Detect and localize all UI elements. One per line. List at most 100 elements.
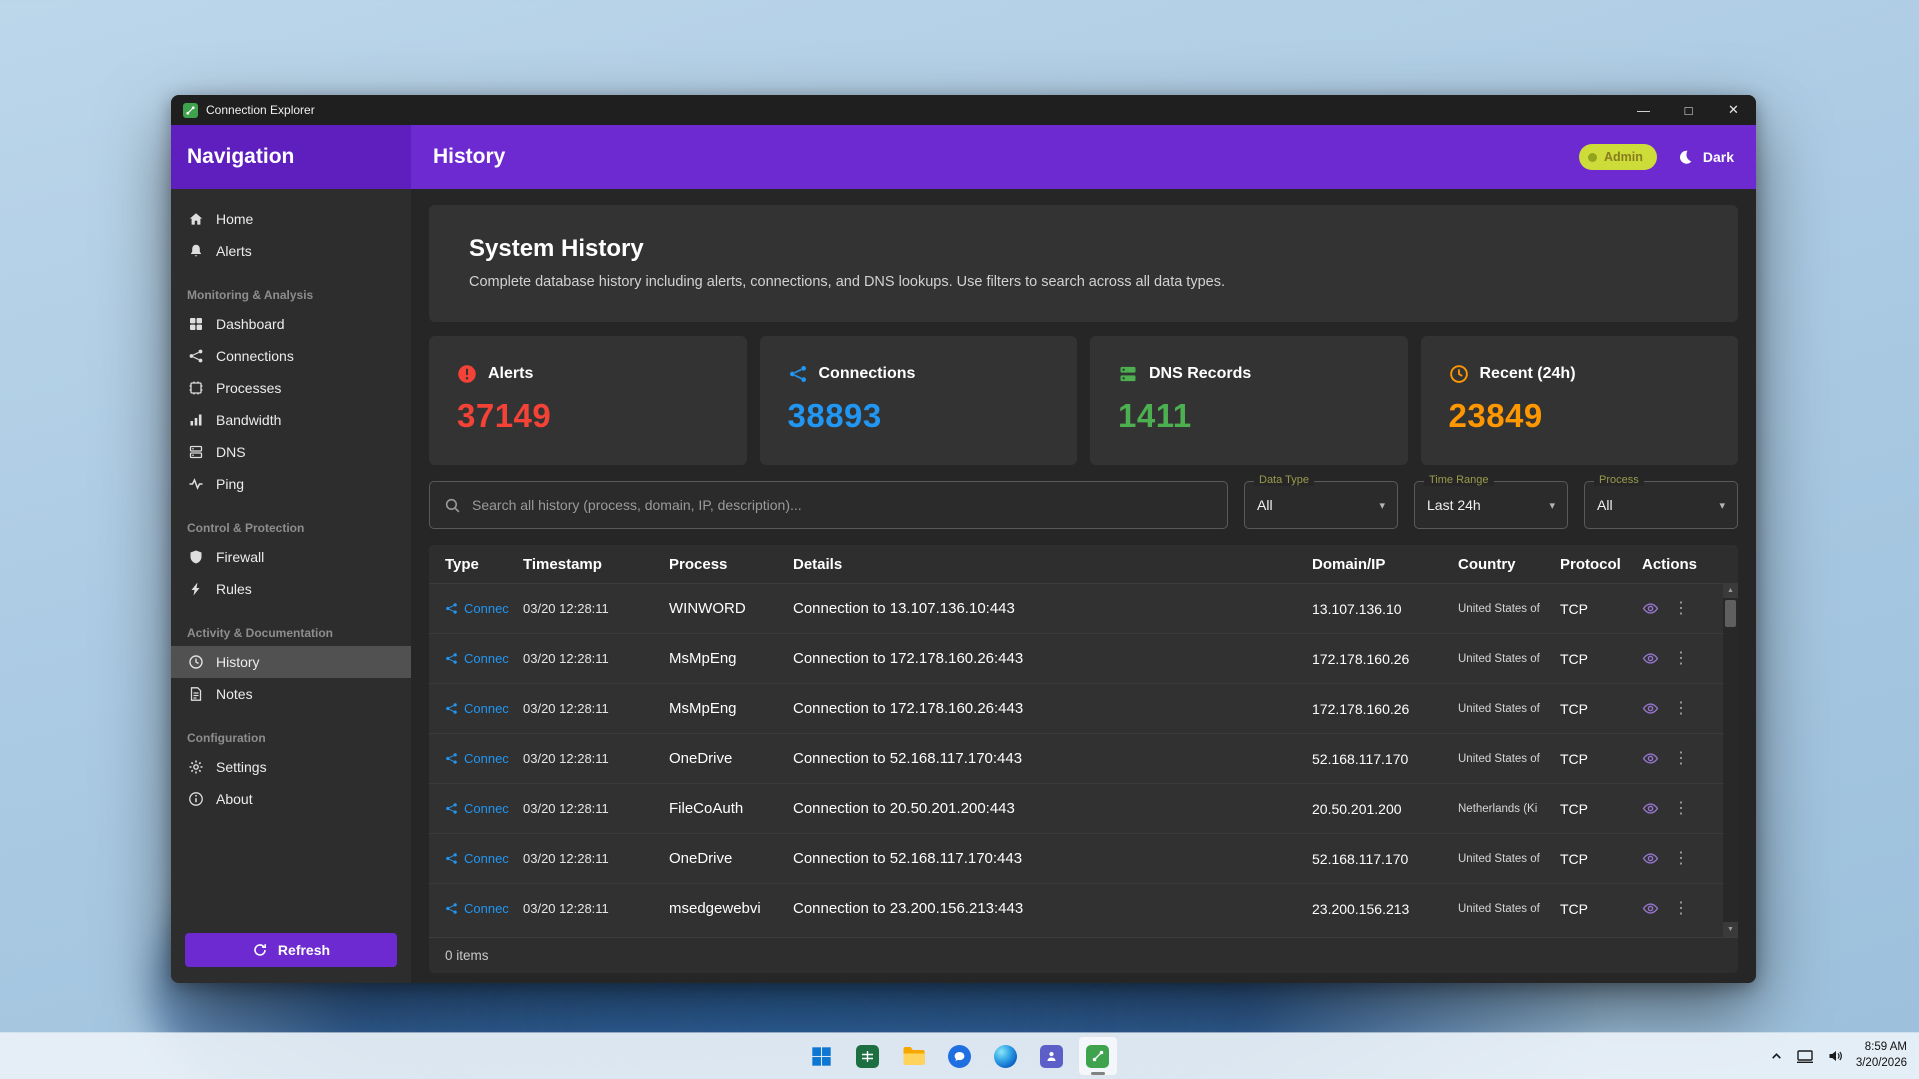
chat-icon bbox=[948, 1044, 971, 1068]
protocol-cell: TCP bbox=[1560, 800, 1588, 817]
view-details-button[interactable] bbox=[1642, 800, 1659, 817]
connection-type-icon bbox=[446, 653, 457, 664]
type-badge: Connec bbox=[445, 651, 523, 666]
details-cell: Connection to 52.168.117.170:443 bbox=[793, 850, 1023, 867]
process-cell: WINWORD bbox=[669, 600, 746, 617]
view-details-button[interactable] bbox=[1642, 700, 1659, 717]
start-button[interactable] bbox=[802, 1036, 842, 1076]
sidebar-item-dns[interactable]: DNS bbox=[171, 436, 411, 468]
table-row[interactable]: Connec 03/20 12:28:11 MsMpEng Connection… bbox=[429, 633, 1738, 683]
taskbar-edge-button[interactable] bbox=[986, 1036, 1026, 1076]
row-menu-button[interactable]: ⋮ bbox=[1673, 800, 1689, 817]
actions-cell: ⋮ bbox=[1642, 650, 1714, 667]
search-box bbox=[429, 481, 1228, 529]
view-details-button[interactable] bbox=[1642, 750, 1659, 767]
sidebar-item-home[interactable]: Home bbox=[171, 203, 411, 235]
stat-value: 23849 bbox=[1448, 397, 1543, 434]
server-icon bbox=[187, 444, 204, 461]
timestamp-cell: 03/20 12:28:11 bbox=[523, 801, 609, 816]
close-button[interactable]: ✕ bbox=[1711, 95, 1756, 125]
process-dropdown[interactable]: Process All ▾ bbox=[1584, 474, 1738, 529]
actions-cell: ⋮ bbox=[1642, 850, 1714, 867]
page-title: History bbox=[433, 145, 506, 168]
taskbar-file-explorer-button[interactable] bbox=[894, 1036, 934, 1076]
filter-bar: Data Type All ▾ Time Range Last 24h ▾ Pr… bbox=[429, 474, 1738, 529]
view-details-button[interactable] bbox=[1642, 850, 1659, 867]
table-row[interactable]: Connec 03/20 12:28:11 OneDrive Connectio… bbox=[429, 833, 1738, 883]
search-input[interactable] bbox=[472, 497, 1213, 513]
clock-icon bbox=[1449, 364, 1469, 384]
document-icon bbox=[187, 686, 204, 703]
home-icon bbox=[187, 211, 204, 228]
domain-cell: 13.107.136.10 bbox=[1312, 600, 1402, 617]
row-menu-button[interactable]: ⋮ bbox=[1673, 850, 1689, 867]
time-range-dropdown[interactable]: Time Range Last 24h ▾ bbox=[1414, 474, 1568, 529]
view-details-button[interactable] bbox=[1642, 600, 1659, 617]
stat-label: DNS Records bbox=[1149, 365, 1252, 382]
sidebar-item-processes[interactable]: Processes bbox=[171, 372, 411, 404]
taskbar-connection-explorer-button[interactable] bbox=[1077, 1036, 1118, 1076]
protocol-cell: TCP bbox=[1560, 700, 1588, 717]
timestamp-cell: 03/20 12:28:11 bbox=[523, 701, 609, 716]
sidebar-item-firewall[interactable]: Firewall bbox=[171, 541, 411, 573]
theme-toggle[interactable]: Dark bbox=[1677, 149, 1734, 166]
stat-value: 37149 bbox=[457, 397, 552, 434]
theme-label: Dark bbox=[1702, 149, 1734, 165]
data-type-dropdown[interactable]: Data Type All ▾ bbox=[1244, 474, 1398, 529]
connection-type-icon bbox=[446, 903, 457, 914]
table-row[interactable]: Connec 03/20 12:28:11 MsMpEng Connection… bbox=[429, 683, 1738, 733]
sidebar-item-history[interactable]: History bbox=[171, 646, 411, 678]
bell-icon bbox=[187, 243, 204, 260]
row-menu-button[interactable]: ⋮ bbox=[1673, 650, 1689, 667]
row-menu-button[interactable]: ⋮ bbox=[1673, 750, 1689, 767]
scroll-down-button[interactable]: ▼ bbox=[1723, 922, 1738, 937]
tray-chevron-up-icon[interactable] bbox=[1770, 1050, 1783, 1063]
sidebar-item-about[interactable]: About bbox=[171, 783, 411, 815]
refresh-button[interactable]: Refresh bbox=[185, 933, 397, 967]
table-row[interactable]: Connec 03/20 12:28:11 FileCoAuth Connect… bbox=[429, 783, 1738, 833]
minimize-button[interactable]: — bbox=[1621, 95, 1666, 125]
taskbar-teams-button[interactable] bbox=[1032, 1036, 1072, 1076]
domain-cell: 172.178.160.26 bbox=[1312, 700, 1410, 717]
row-menu-button[interactable]: ⋮ bbox=[1673, 700, 1689, 717]
sidebar-item-ping[interactable]: Ping bbox=[171, 468, 411, 500]
sidebar-item-dashboard[interactable]: Dashboard bbox=[171, 308, 411, 340]
type-badge: Connec bbox=[445, 601, 523, 616]
eye-icon bbox=[1642, 753, 1659, 764]
row-menu-button[interactable]: ⋮ bbox=[1673, 900, 1689, 917]
table-row[interactable]: Connec 03/20 12:28:11 WINWORD Connection… bbox=[429, 583, 1738, 633]
taskbar-excel-button[interactable] bbox=[848, 1036, 888, 1076]
table-body: Connec 03/20 12:28:11 WINWORD Connection… bbox=[429, 583, 1738, 937]
table-row[interactable]: Connec 03/20 12:28:11 msedgewebvi Connec… bbox=[429, 883, 1738, 933]
volume-icon[interactable] bbox=[1827, 1048, 1843, 1064]
scrollbar-thumb[interactable] bbox=[1725, 600, 1736, 627]
type-badge: Connec bbox=[445, 801, 523, 816]
table-row[interactable]: Connec 03/20 12:28:11 OneDrive Connectio… bbox=[429, 733, 1738, 783]
timestamp-cell: 03/20 12:28:11 bbox=[523, 851, 609, 866]
sidebar-item-bandwidth[interactable]: Bandwidth bbox=[171, 404, 411, 436]
process-cell: OneDrive bbox=[669, 850, 733, 867]
sidebar-item-settings[interactable]: Settings bbox=[171, 751, 411, 783]
taskbar: 8:59 AM 3/20/2026 bbox=[0, 1033, 1919, 1079]
sidebar-item-alerts[interactable]: Alerts bbox=[171, 235, 411, 267]
display-icon[interactable] bbox=[1796, 1049, 1814, 1064]
sidebar-item-notes[interactable]: Notes bbox=[171, 678, 411, 710]
view-details-button[interactable] bbox=[1642, 650, 1659, 667]
view-details-button[interactable] bbox=[1642, 900, 1659, 917]
scroll-up-button[interactable]: ▲ bbox=[1723, 583, 1738, 598]
row-menu-button[interactable]: ⋮ bbox=[1673, 600, 1689, 617]
taskbar-clock[interactable]: 8:59 AM 3/20/2026 bbox=[1856, 1040, 1907, 1071]
protocol-cell: TCP bbox=[1560, 600, 1588, 617]
domain-cell: 23.200.156.213 bbox=[1312, 900, 1410, 917]
sidebar-item-connections[interactable]: Connections bbox=[171, 340, 411, 372]
maximize-button[interactable]: □ bbox=[1666, 95, 1711, 125]
table-scrollbar[interactable]: ▲ ▼ bbox=[1723, 583, 1738, 937]
taskbar-chat-button[interactable] bbox=[940, 1036, 980, 1076]
moon-icon bbox=[1677, 149, 1694, 166]
connections-icon bbox=[788, 364, 808, 384]
chevron-down-icon: ▾ bbox=[1549, 499, 1555, 512]
alert-icon bbox=[457, 364, 477, 384]
timestamp-cell: 03/20 12:28:11 bbox=[523, 601, 609, 616]
bar-chart-icon bbox=[187, 412, 204, 429]
sidebar-item-rules[interactable]: Rules bbox=[171, 573, 411, 605]
